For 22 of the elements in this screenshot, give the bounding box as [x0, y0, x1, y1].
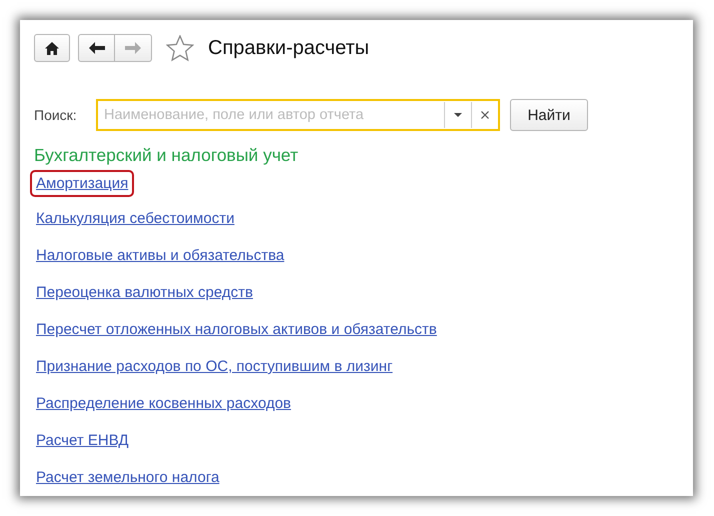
- report-link[interactable]: Калькуляция себестоимости: [30, 205, 240, 232]
- caret-icon: [454, 113, 462, 117]
- report-link[interactable]: Пересчет отложенных налоговых активов и обязательств: [30, 316, 443, 343]
- report-link[interactable]: Переоценка валютных средств: [30, 279, 259, 306]
- report-link[interactable]: Распределение косвенных расходов: [30, 390, 298, 417]
- window-title: Справки-расчеты: [208, 36, 370, 60]
- left-arrow-icon: [88, 42, 104, 54]
- back-button[interactable]: [78, 34, 115, 62]
- right-arrow-icon: [125, 42, 141, 54]
- report-link[interactable]: Признание расходов по ОС, поступившим в лизинг: [30, 353, 399, 380]
- section-heading: Бухгалтерский и налоговый учет: [34, 145, 300, 166]
- home-icon: [45, 42, 59, 54]
- report-link[interactable]: Налоговые активы и обязательства: [30, 242, 290, 269]
- report-link[interactable]: Амортизация: [30, 170, 134, 196]
- close-icon: [481, 111, 489, 119]
- find-button[interactable]: Найти: [510, 99, 588, 131]
- home-button[interactable]: [34, 34, 70, 62]
- report-link[interactable]: Расчет земельного налога: [30, 464, 226, 491]
- search-label: Поиск:: [34, 107, 78, 123]
- star-icon[interactable]: [166, 34, 194, 62]
- report-link[interactable]: Расчет ЕНВД: [30, 427, 135, 454]
- search-field[interactable]: Наименование, поле или автор отчета: [96, 99, 500, 131]
